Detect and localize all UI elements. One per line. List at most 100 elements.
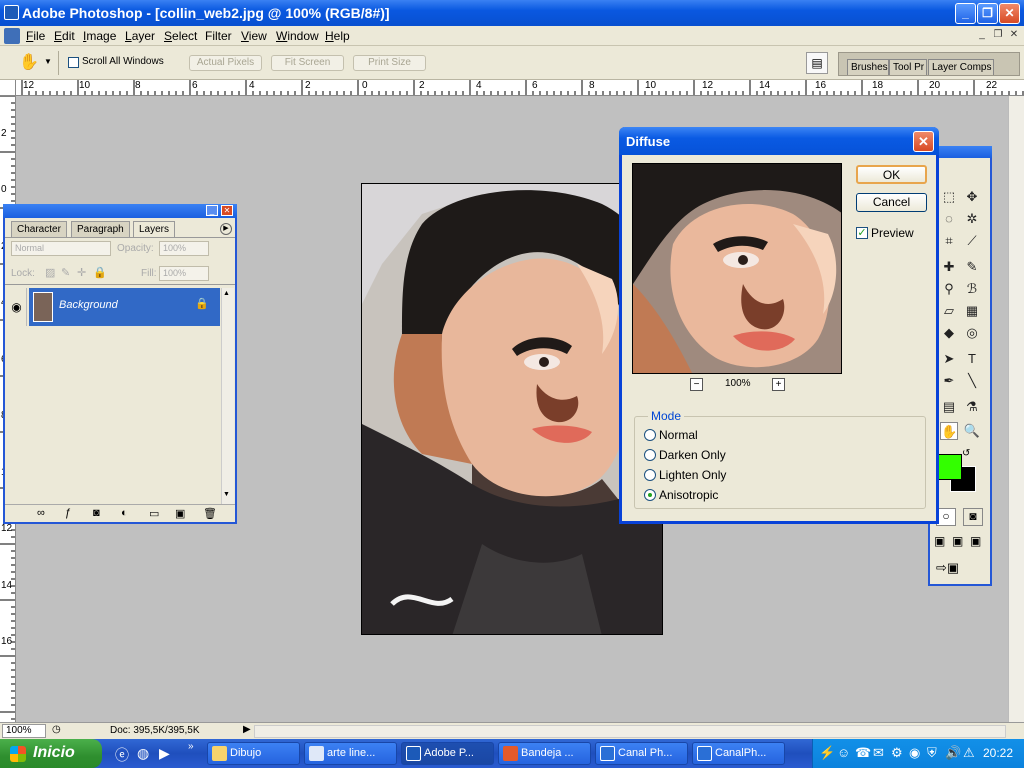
new-layer-icon[interactable]: ▣ xyxy=(175,507,185,520)
menu-edit[interactable]: Edit xyxy=(54,29,75,43)
lasso-tool-icon[interactable]: ◌ xyxy=(940,210,958,228)
line-tool-icon[interactable]: ╲ xyxy=(963,372,981,390)
panel-menu-arrow-icon[interactable]: ▶ xyxy=(220,223,232,235)
opacity-field[interactable]: 100% xyxy=(159,241,209,256)
notes-tool-icon[interactable]: ▤ xyxy=(940,398,958,416)
crop-tool-icon[interactable]: ⌗ xyxy=(940,232,958,250)
status-menu-arrow-icon[interactable]: ▶ xyxy=(243,724,251,735)
explorer-quicklaunch-icon[interactable]: ◍ xyxy=(137,745,149,762)
document-icon[interactable] xyxy=(4,28,20,44)
tray-icon[interactable]: ☺ xyxy=(837,745,850,760)
magic-wand-tool-icon[interactable]: ✲ xyxy=(963,210,981,228)
history-brush-tool-icon[interactable]: ℬ xyxy=(963,280,981,298)
minimize-button[interactable]: _ xyxy=(955,3,976,24)
actual-pixels-button[interactable]: Actual Pixels xyxy=(189,55,262,71)
tray-icon[interactable]: ⚙ xyxy=(891,745,903,761)
screen-mode-full-menu-icon[interactable]: ▣ xyxy=(952,534,963,548)
standard-mode-icon[interactable]: ○ xyxy=(936,508,956,526)
scroll-up-arrow-icon[interactable]: ▲ xyxy=(223,290,230,297)
taskbar-item-dibujo[interactable]: Dibujo xyxy=(207,742,300,765)
menu-filter[interactable]: Filter xyxy=(205,29,232,43)
tray-icon[interactable]: ◉ xyxy=(909,745,920,761)
menu-select[interactable]: Select xyxy=(164,29,197,43)
healing-brush-tool-icon[interactable]: ✚ xyxy=(940,258,958,276)
zoom-out-button[interactable]: − xyxy=(690,378,703,391)
screen-mode-standard-icon[interactable]: ▣ xyxy=(934,534,945,548)
layer-row-background[interactable]: Background 🔒 xyxy=(29,288,220,326)
status-info-icon[interactable]: ◷ xyxy=(52,724,61,735)
delete-layer-icon[interactable]: 🗑 xyxy=(203,507,217,520)
dodge-tool-icon[interactable]: ◎ xyxy=(963,324,981,342)
jump-to-imageready-icon[interactable]: ⇨▣ xyxy=(936,560,959,576)
zoom-in-button[interactable]: + xyxy=(772,378,785,391)
menu-view[interactable]: View xyxy=(241,29,267,43)
brush-tool-icon[interactable]: ✎ xyxy=(963,258,981,276)
mode-lighten-only-radio[interactable] xyxy=(644,469,656,481)
scroll-all-windows-checkbox[interactable] xyxy=(68,57,79,68)
quicklaunch-expand-icon[interactable]: » xyxy=(188,741,194,752)
dialog-titlebar[interactable]: Diffuse ✕ xyxy=(619,127,939,155)
tray-icon[interactable]: ⛨ xyxy=(927,745,937,761)
layers-panel-titlebar[interactable]: _ ✕ xyxy=(3,204,237,218)
quick-mask-mode-icon[interactable]: ◙ xyxy=(963,508,983,526)
marquee-tool-icon[interactable]: ⬚ xyxy=(940,188,958,206)
zoom-field[interactable]: 100% xyxy=(2,724,46,738)
clock[interactable]: 20:22 xyxy=(983,746,1013,760)
path-selection-tool-icon[interactable]: ➤ xyxy=(940,350,958,368)
photoshop-app-icon[interactable] xyxy=(4,5,19,20)
restore-button[interactable]: ❐ xyxy=(977,3,998,24)
tray-icon[interactable]: 🔊 xyxy=(945,745,961,761)
doc-restore-icon[interactable]: ❐ xyxy=(990,28,1006,42)
menu-layer[interactable]: Layer xyxy=(125,29,155,43)
palette-tab-tool-presets[interactable]: Tool Pr xyxy=(889,59,927,75)
filter-preview[interactable] xyxy=(632,163,842,374)
cancel-button[interactable]: Cancel xyxy=(856,193,927,212)
new-group-icon[interactable]: ▭ xyxy=(149,507,159,520)
hand-tool-icon[interactable]: ✋ xyxy=(18,53,40,73)
ok-button[interactable]: OK xyxy=(856,165,927,184)
blend-mode-select[interactable]: Normal xyxy=(11,241,111,256)
panel-close-icon[interactable]: ✕ xyxy=(221,205,233,216)
horizontal-ruler[interactable]: 12 10 8 6 4 2 0 2 4 6 8 10 12 14 16 18 2… xyxy=(0,80,1024,96)
title-bar[interactable]: Adobe Photoshop - [collin_web2.jpg @ 100… xyxy=(0,0,1024,26)
lock-position-icon[interactable]: ✛ xyxy=(77,266,86,279)
tool-preset-dropdown-icon[interactable]: ▼ xyxy=(44,57,52,66)
doc-close-icon[interactable]: ✕ xyxy=(1006,28,1022,42)
media-quicklaunch-icon[interactable]: ▶ xyxy=(159,745,170,762)
tray-icon[interactable]: ⚡ xyxy=(819,745,835,761)
mode-normal-radio[interactable] xyxy=(644,429,656,441)
fit-screen-button[interactable]: Fit Screen xyxy=(271,55,344,71)
fill-field[interactable]: 100% xyxy=(159,266,209,281)
link-layers-icon[interactable]: ∞ xyxy=(37,507,45,519)
mode-anisotropic-radio[interactable] xyxy=(644,489,656,501)
eye-visibility-icon[interactable]: ◉ xyxy=(7,288,27,326)
menu-image[interactable]: Image xyxy=(83,29,116,43)
gradient-tool-icon[interactable]: ▦ xyxy=(963,302,981,320)
lock-all-icon[interactable]: 🔒 xyxy=(93,266,107,279)
ruler-origin[interactable] xyxy=(0,80,16,96)
move-tool-icon[interactable]: ✥ xyxy=(963,188,981,206)
layers-scrollbar[interactable]: ▲ ▼ xyxy=(221,288,234,504)
type-tool-icon[interactable]: T xyxy=(963,350,981,368)
swap-colors-icon[interactable]: ↺ xyxy=(962,448,970,459)
screen-mode-full-icon[interactable]: ▣ xyxy=(970,534,981,548)
menu-window[interactable]: Window xyxy=(276,29,319,43)
preview-checkbox[interactable]: ✓ xyxy=(856,227,868,239)
eraser-tool-icon[interactable]: ▱ xyxy=(940,302,958,320)
tab-character[interactable]: Character xyxy=(11,221,67,237)
palette-tab-layer-comps[interactable]: Layer Comps xyxy=(928,59,994,75)
layer-mask-icon[interactable]: ◙ xyxy=(93,507,100,519)
scroll-down-arrow-icon[interactable]: ▼ xyxy=(223,491,230,498)
blur-tool-icon[interactable]: ◆ xyxy=(940,324,958,342)
adjustment-layer-icon[interactable]: ◐ xyxy=(121,507,128,519)
zoom-tool-icon[interactable]: 🔍 xyxy=(963,422,981,440)
dialog-close-icon[interactable]: ✕ xyxy=(913,131,934,152)
tray-icon[interactable]: ☎ xyxy=(855,745,871,761)
hand-tool-icon[interactable]: ✋ xyxy=(940,422,958,440)
eyedropper-tool-icon[interactable]: ⚗ xyxy=(963,398,981,416)
slice-tool-icon[interactable]: ⟋ xyxy=(963,232,981,250)
taskbar-item-adobe-photoshop[interactable]: Adobe P... xyxy=(401,742,494,765)
pen-tool-icon[interactable]: ✒ xyxy=(940,372,958,390)
tab-paragraph[interactable]: Paragraph xyxy=(71,221,130,237)
start-button[interactable]: Inicio xyxy=(0,739,102,768)
